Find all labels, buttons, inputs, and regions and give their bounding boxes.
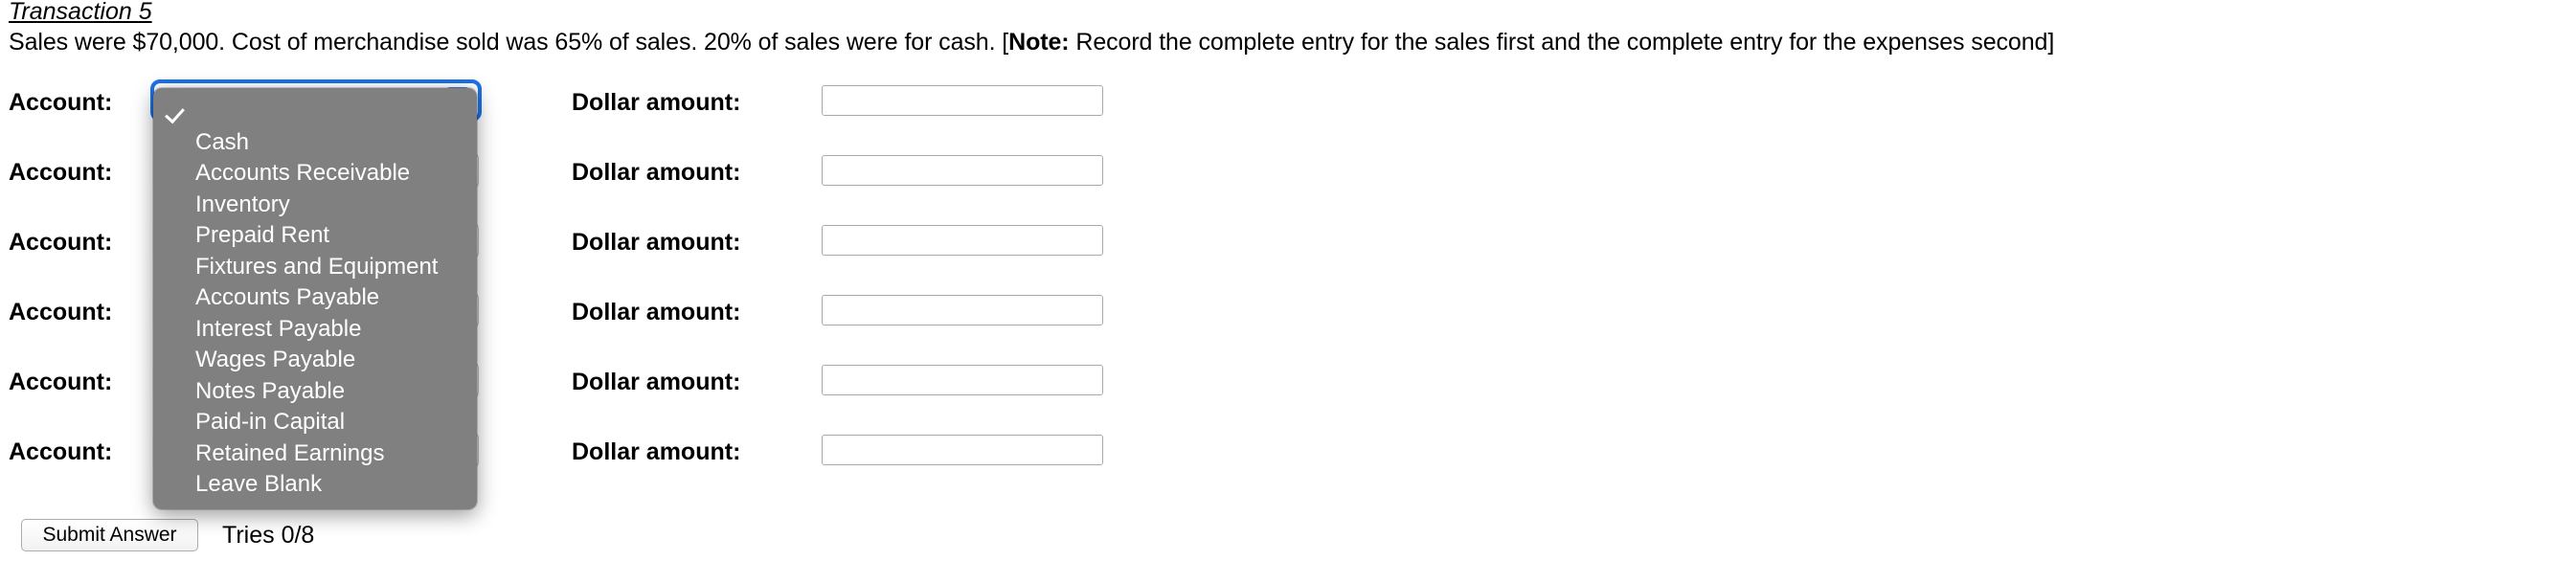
dollar-amount-input[interactable] [822, 295, 1103, 325]
dropdown-option[interactable]: Prepaid Rent [153, 220, 477, 252]
account-dropdown-menu[interactable]: Cash Accounts Receivable Inventory Prepaid … [153, 88, 477, 509]
dollar-amount-label: Dollar amount: [572, 369, 741, 395]
exercise-page: Transaction 5 Sales were $70,000. Cost o… [0, 0, 2576, 561]
account-label: Account: [9, 369, 113, 395]
prompt-text-before-note: Sales were $70,000. Cost of merchandise … [9, 29, 1009, 56]
submit-answer-button[interactable]: Submit Answer [21, 519, 198, 551]
form-footer: Submit Answer Tries 0/8 [0, 515, 2576, 561]
dropdown-option[interactable] [153, 96, 477, 127]
dropdown-option[interactable]: Retained Earnings [153, 438, 477, 470]
page-title: Transaction 5 [9, 0, 152, 25]
dollar-amount-label: Dollar amount: [572, 229, 741, 256]
prompt-text-after-note: Record the complete entry for the sales … [1069, 29, 2055, 56]
account-label: Account: [9, 299, 113, 325]
dollar-amount-input[interactable] [822, 225, 1103, 256]
dropdown-option[interactable]: Inventory [153, 190, 477, 221]
dropdown-option[interactable]: Leave Blank [153, 469, 477, 501]
dropdown-option[interactable]: Wages Payable [153, 345, 477, 376]
prompt-note-label: Note: [1008, 29, 1070, 56]
dropdown-option[interactable]: Notes Payable [153, 376, 477, 408]
dropdown-option[interactable]: Paid-in Capital [153, 407, 477, 438]
transaction-prompt: Sales were $70,000. Cost of merchandise … [9, 29, 2054, 56]
dollar-amount-input[interactable] [822, 155, 1103, 186]
dollar-amount-label: Dollar amount: [572, 89, 741, 116]
dollar-amount-input[interactable] [822, 435, 1103, 465]
dollar-amount-input[interactable] [822, 365, 1103, 395]
account-label: Account: [9, 229, 113, 256]
dropdown-option[interactable]: Accounts Receivable [153, 158, 477, 190]
dropdown-option[interactable]: Interest Payable [153, 314, 477, 346]
dollar-amount-label: Dollar amount: [572, 438, 741, 465]
dropdown-option[interactable]: Accounts Payable [153, 282, 477, 314]
dollar-amount-input[interactable] [822, 85, 1103, 116]
dropdown-option[interactable]: Fixtures and Equipment [153, 252, 477, 283]
dropdown-option[interactable]: Cash [153, 127, 477, 159]
dollar-amount-label: Dollar amount: [572, 159, 741, 186]
account-label: Account: [9, 438, 113, 465]
tries-counter: Tries 0/8 [222, 522, 315, 549]
account-label: Account: [9, 159, 113, 186]
account-label: Account: [9, 89, 113, 116]
dollar-amount-label: Dollar amount: [572, 299, 741, 325]
